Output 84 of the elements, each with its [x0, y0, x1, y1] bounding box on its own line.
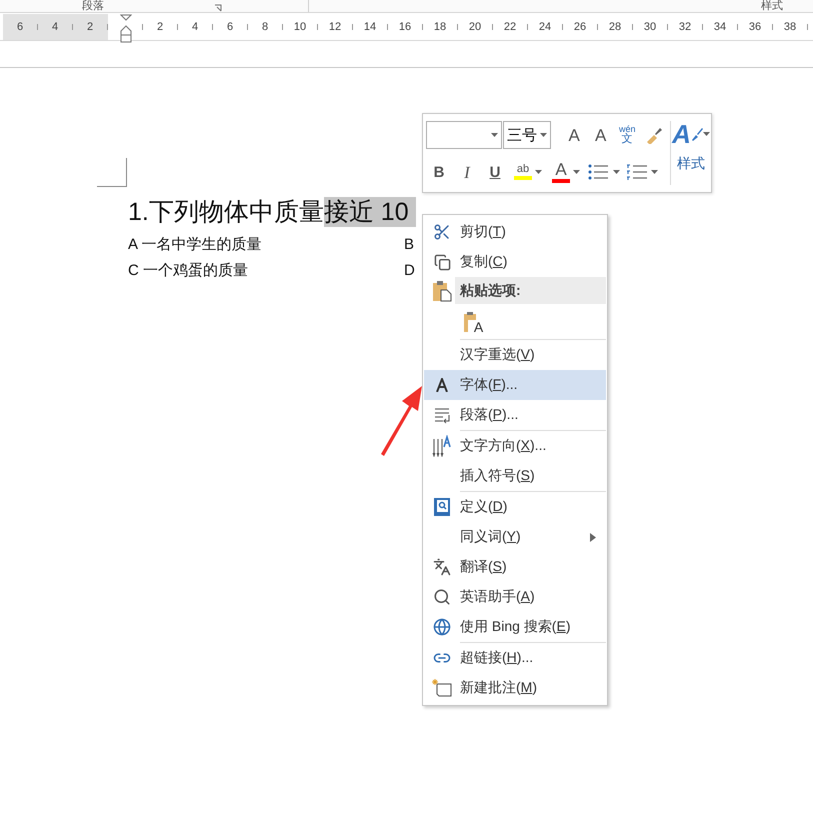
ruler-number: 22 — [504, 21, 516, 33]
indent-marker-icon[interactable] — [120, 14, 132, 44]
menu-item[interactable]: 插入符号(S) — [424, 461, 606, 491]
dropdown-caret-icon — [613, 170, 620, 174]
menu-item[interactable]: 同义词(Y) — [424, 522, 606, 552]
dropdown-caret-icon — [702, 132, 710, 136]
font-color-button[interactable]: A — [548, 159, 584, 185]
ribbon-group-label: 段落 — [82, 0, 104, 12]
paragraph-icon — [433, 406, 451, 424]
ruler-number: 30 — [644, 21, 656, 33]
ruler-number: 28 — [608, 21, 622, 33]
clipboard-icon — [432, 280, 452, 302]
ruler-number: 12 — [328, 21, 342, 33]
margin-corner-mark — [97, 158, 127, 187]
text-direction-icon — [432, 435, 452, 457]
keep-text-only-button[interactable]: A — [460, 306, 486, 338]
dialog-launcher-icon[interactable] — [214, 4, 222, 12]
menu-item[interactable]: 超链接(H)... — [424, 643, 606, 673]
ruler-number: 6 — [226, 21, 234, 33]
ruler-number: 4 — [192, 21, 198, 33]
menu-item[interactable]: 定义(D) — [424, 492, 606, 522]
ruler-number: 4 — [52, 21, 58, 33]
menu-item[interactable]: 翻译(S) — [424, 552, 606, 582]
copy-icon — [434, 254, 450, 270]
menu-item[interactable]: 新建批注(M) — [424, 673, 606, 703]
menu-item[interactable]: 使用 Bing 搜索(E) — [424, 612, 606, 642]
shrink-font-button[interactable]: A — [588, 122, 613, 148]
font-size-field[interactable]: 三号 — [502, 121, 552, 149]
book-search-icon — [433, 497, 451, 517]
ribbon-group-label: 样式 — [761, 0, 783, 12]
ruler-number: 24 — [538, 21, 552, 33]
dropdown-caret-icon — [540, 133, 548, 137]
ruler-number: 36 — [748, 21, 762, 33]
paste-options-header: 粘贴选项: — [455, 277, 606, 304]
ruler-number: 20 — [468, 21, 482, 33]
ruler-number: 2 — [86, 21, 94, 33]
answer-option: C 一个鸡蛋的质量 — [128, 261, 248, 281]
ruler-number: 8 — [262, 21, 268, 33]
answer-option: D — [404, 261, 415, 281]
ruler-number: 34 — [714, 21, 726, 33]
magnifier-icon — [433, 588, 451, 606]
scissors-icon — [433, 223, 451, 241]
menu-item[interactable]: 字体(F)... — [424, 370, 606, 400]
letter-icon — [436, 378, 448, 392]
globe-search-icon — [433, 618, 451, 636]
bold-button[interactable]: B — [426, 159, 452, 185]
dropdown-caret-icon — [490, 133, 498, 137]
answer-option: A 一名中学生的质量 — [128, 235, 262, 255]
brush-icon — [690, 127, 703, 141]
styles-button[interactable]: A 样式 — [670, 121, 711, 185]
submenu-arrow-icon — [590, 532, 596, 542]
menu-item[interactable]: 英语助手(A) — [424, 582, 606, 612]
menu-item[interactable]: 段落(P)... — [424, 400, 606, 430]
dropdown-caret-icon — [535, 170, 542, 174]
underline-button[interactable]: U — [482, 159, 508, 185]
ruler-number: 6 — [16, 21, 24, 33]
selected-text: 接近 10 — [324, 197, 416, 227]
ruler-number: 10 — [294, 21, 306, 33]
menu-item[interactable]: 剪切(T) — [424, 217, 606, 247]
new-comment-icon — [432, 679, 452, 697]
menu-item[interactable]: 汉字重选(V) — [424, 340, 606, 370]
ruler-number: 32 — [678, 21, 692, 33]
menu-item[interactable]: 文字方向(X)... — [424, 431, 606, 461]
question-text: 1.下列物体中质量 — [128, 197, 324, 227]
font-name-field[interactable] — [426, 121, 502, 149]
ruler-number: 26 — [574, 21, 586, 33]
bullet-list-icon — [588, 163, 610, 181]
format-painter-icon — [644, 126, 663, 144]
grow-font-button[interactable]: A — [562, 122, 586, 148]
highlight-button[interactable]: ab — [510, 159, 546, 185]
menu-item[interactable]: 复制(C) — [424, 247, 606, 277]
ruler-number: 38 — [784, 21, 796, 33]
ruler-number: 14 — [364, 21, 376, 33]
pointer-arrow — [378, 386, 422, 456]
answer-option: B — [404, 235, 414, 255]
ruler-number: 18 — [434, 21, 446, 33]
ruler-number: 16 — [398, 21, 412, 33]
phonetic-guide-button[interactable]: wén 文 — [614, 122, 640, 148]
numbered-list-icon — [626, 163, 648, 181]
dropdown-caret-icon — [573, 170, 580, 174]
italic-button[interactable]: I — [454, 159, 480, 185]
translate-icon — [433, 558, 451, 576]
dropdown-caret-icon — [651, 170, 658, 174]
ruler-number: 2 — [156, 21, 164, 33]
